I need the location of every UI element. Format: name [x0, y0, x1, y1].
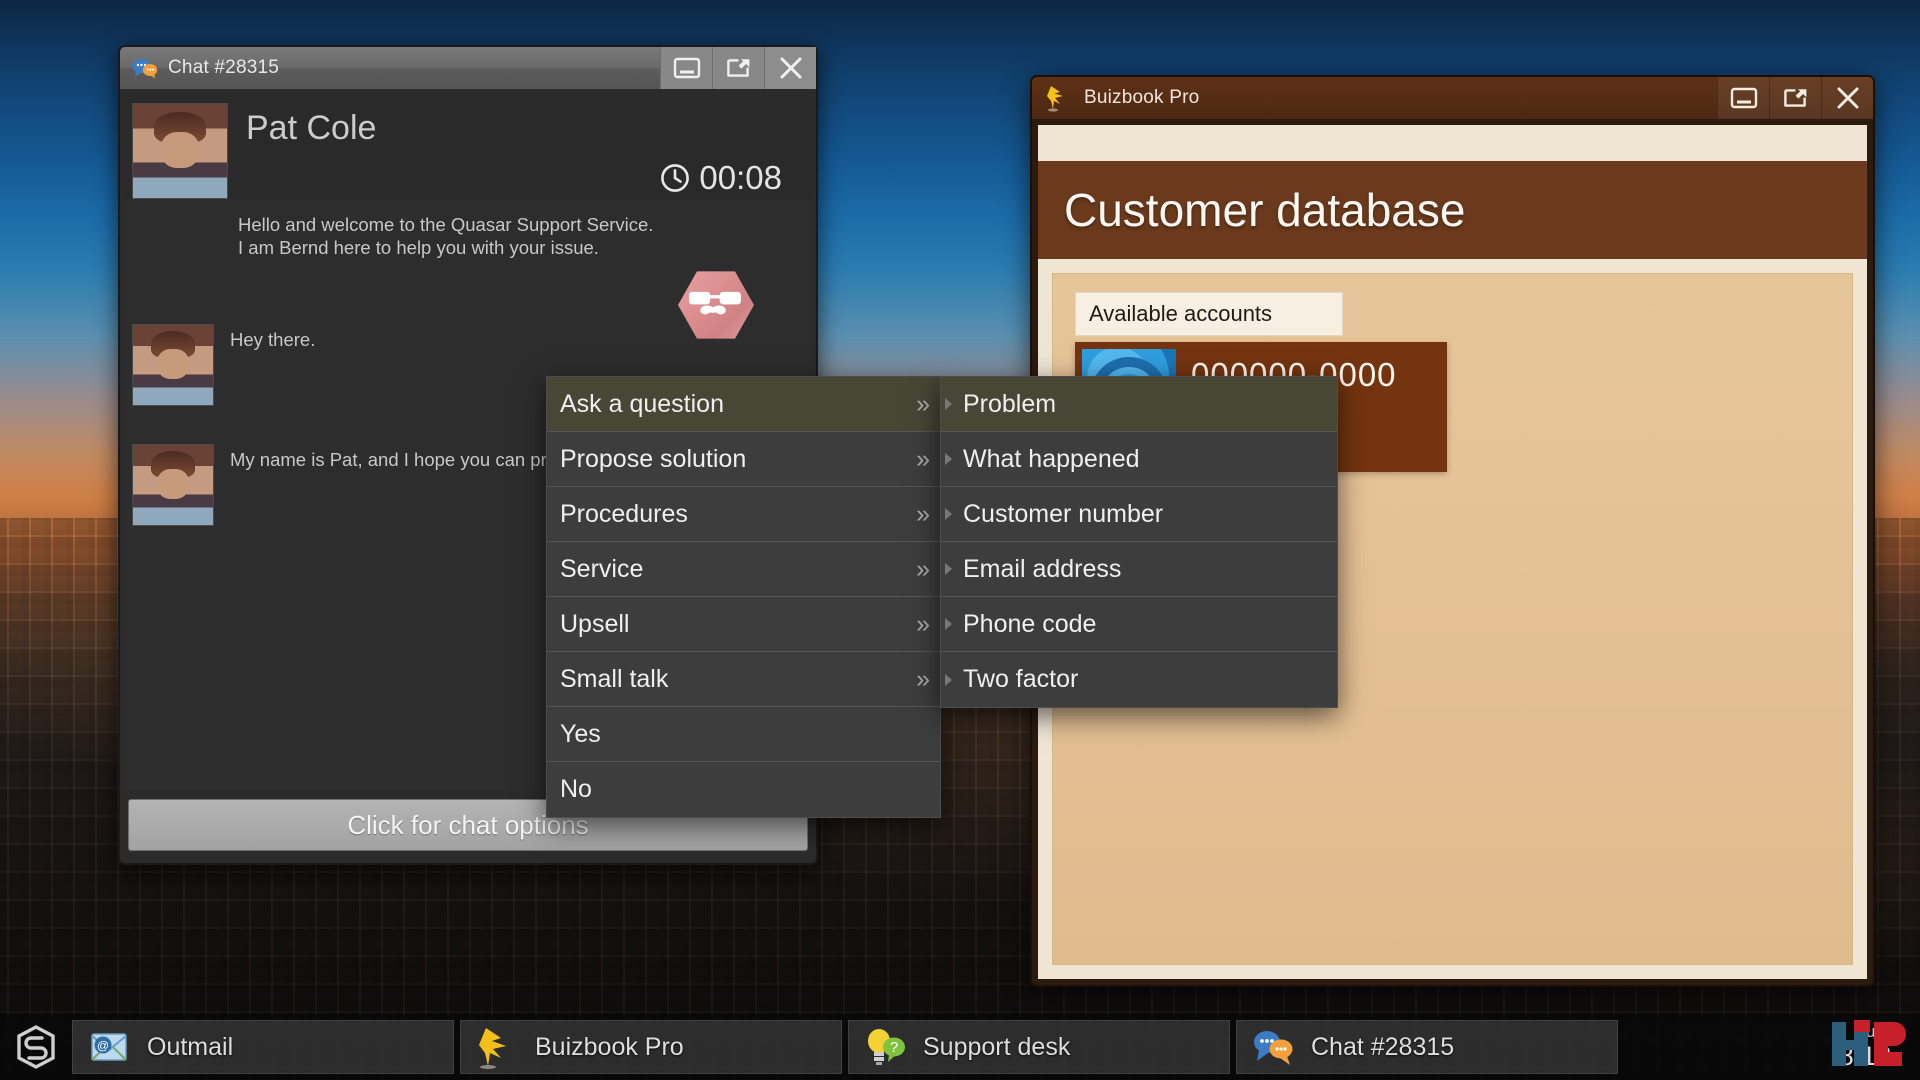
chat-message-text: Hello and welcome to the Quasar Support … [238, 214, 654, 259]
submenu-item-email-address[interactable]: Email address [941, 542, 1337, 597]
submenu-item-phone-code[interactable]: Phone code [941, 597, 1337, 652]
submenu-item-customer-number[interactable]: Customer number [941, 487, 1337, 542]
taskbar-item-label: Chat #28315 [1311, 1032, 1455, 1061]
menu-item-no[interactable]: No [547, 762, 940, 817]
submenu-item-what-happened[interactable]: What happened [941, 432, 1337, 487]
chat-message-bernd: Hello and welcome to the Quasar Support … [126, 203, 810, 260]
buizbook-titlebar[interactable]: Buizbook Pro [1032, 77, 1873, 119]
bernd-hexagon-avatar [678, 270, 754, 340]
taskbar-item-label: Support desk [923, 1032, 1071, 1061]
menu-item-label: Service [560, 554, 644, 583]
maximize-button[interactable] [712, 47, 764, 89]
caret-right-icon [945, 673, 952, 686]
taskbar-item-label: Buizbook Pro [535, 1032, 684, 1061]
maximize-button[interactable] [1769, 77, 1821, 119]
chat-message-text: My name is Pat, and I hope you can probl… [230, 448, 603, 470]
available-accounts-label: Available accounts [1089, 301, 1273, 326]
menu-item-label: What happened [963, 444, 1140, 473]
chat-bubbles-icon [132, 57, 158, 79]
caret-right-icon [945, 453, 952, 465]
chat-bubbles-icon [1251, 1025, 1295, 1069]
chat-contact-name: Pat Cole [246, 109, 377, 147]
page-title: Customer database [1064, 184, 1466, 236]
menu-item-service[interactable]: Service » [547, 542, 940, 597]
taskbar-item-support-desk[interactable]: ? Support desk [848, 1020, 1230, 1074]
clock-time: 8:12 [1838, 1040, 1892, 1071]
pat-cole-photo-avatar [132, 103, 228, 199]
buizbook-page-header: Customer database [1038, 161, 1867, 259]
menu-item-label: Upsell [560, 609, 630, 638]
menu-item-small-talk[interactable]: Small talk » [547, 652, 940, 707]
menu-item-label: Problem [963, 389, 1057, 418]
clock-icon [661, 164, 690, 192]
yellow-bird-icon [475, 1025, 519, 1069]
taskbar-item-chat-28315[interactable]: Chat #28315 [1236, 1020, 1618, 1074]
menu-item-upsell[interactable]: Upsell » [547, 597, 940, 652]
available-accounts-field[interactable]: Available accounts [1075, 292, 1343, 336]
pat-cole-photo-avatar [132, 443, 214, 526]
caret-right-icon [945, 563, 952, 575]
chat-timer: 00:08 [660, 159, 782, 197]
chat-window-controls [660, 47, 816, 89]
buizbook-window-controls [1717, 77, 1873, 119]
minimize-button[interactable] [660, 47, 712, 89]
caret-right-icon [945, 618, 952, 630]
caret-right-icon [945, 508, 952, 520]
chevron-right-icon: » [916, 499, 930, 528]
menu-item-label: Phone code [963, 609, 1097, 638]
chat-window-titlebar[interactable]: Chat #28315 [120, 47, 816, 89]
taskbar-item-outmail[interactable]: @ Outmail [72, 1020, 454, 1074]
chat-message-text: Hey there. [230, 328, 316, 350]
menu-item-label: Yes [560, 719, 601, 748]
chevron-right-icon: » [916, 554, 930, 583]
menu-item-label: Email address [963, 554, 1122, 583]
chat-options-menu[interactable]: Ask a question » Propose solution » Proc… [546, 376, 941, 818]
close-button[interactable] [764, 47, 816, 89]
close-button[interactable] [1821, 77, 1873, 119]
taskbar-item-label: Outmail [147, 1032, 234, 1061]
menu-item-procedures[interactable]: Procedures » [547, 487, 940, 542]
menu-item-label: No [560, 775, 592, 803]
menu-item-yes[interactable]: Yes [547, 707, 940, 762]
submenu-item-two-factor[interactable]: Two factor [941, 652, 1337, 707]
menu-item-label: Customer number [963, 499, 1164, 528]
menu-item-ask-a-question[interactable]: Ask a question » [547, 377, 940, 432]
chat-timer-value: 00:08 [699, 159, 782, 196]
minimize-button[interactable] [1717, 77, 1769, 119]
taskbar-clock[interactable]: Au 8:12 [1810, 1014, 1920, 1080]
taskbar[interactable]: @ Outmail Buizbook Pro ? Support desk Ch… [0, 1014, 1920, 1080]
menu-item-label: Small talk [560, 664, 669, 693]
ask-a-question-submenu[interactable]: Problem What happened Customer number Em… [940, 376, 1338, 708]
start-button[interactable] [0, 1014, 72, 1080]
menu-item-label: Propose solution [560, 444, 747, 473]
svg-text:?: ? [890, 1039, 898, 1056]
menu-item-label: Ask a question [560, 389, 724, 418]
menu-item-propose-solution[interactable]: Propose solution » [547, 432, 940, 487]
taskbar-item-buizbook-pro[interactable]: Buizbook Pro [460, 1020, 842, 1074]
menu-item-label: Two factor [963, 665, 1079, 693]
chevron-right-icon: » [916, 664, 930, 693]
svg-text:@: @ [97, 1039, 109, 1053]
chevron-right-icon: » [916, 609, 930, 638]
chevron-right-icon: » [916, 444, 930, 473]
menu-item-label: Procedures [560, 499, 688, 528]
lightbulb-question-icon: ? [863, 1025, 907, 1069]
pat-cole-photo-avatar [132, 323, 214, 406]
clock-date: Au [1854, 1021, 1876, 1041]
buizbook-window-title: Buizbook Pro [1084, 87, 1200, 108]
chevron-right-icon: » [916, 389, 930, 418]
start-logo-icon [17, 1025, 55, 1069]
buizbook-top-strip [1038, 125, 1867, 161]
yellow-bird-icon [1046, 84, 1072, 112]
chat-window-title: Chat #28315 [168, 57, 280, 78]
envelope-icon: @ [87, 1025, 131, 1069]
submenu-item-problem[interactable]: Problem [941, 377, 1337, 432]
caret-right-icon [945, 398, 952, 410]
